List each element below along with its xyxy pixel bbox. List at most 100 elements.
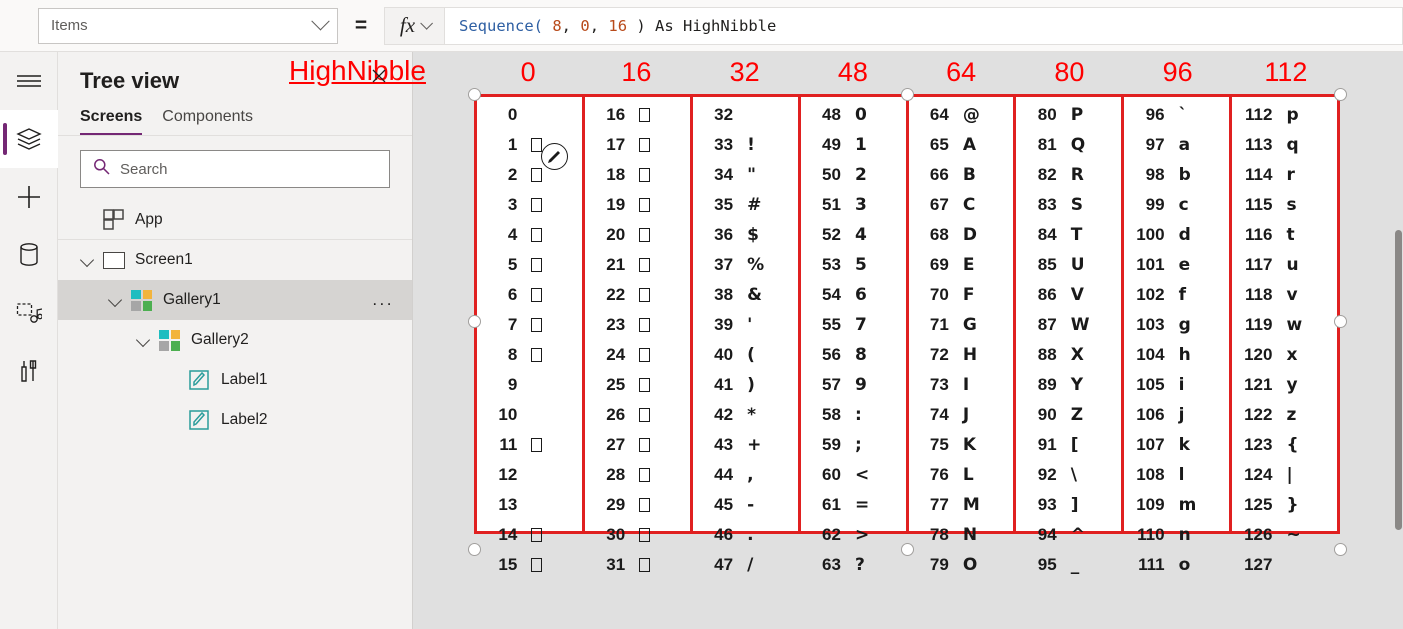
ascii-cell[interactable]: 39 ' [693, 310, 798, 340]
ascii-cell[interactable]: 58: [801, 400, 906, 430]
ascii-cell[interactable]: 78 N [909, 520, 1014, 550]
ascii-cell[interactable]: 51 3 [801, 190, 906, 220]
ascii-cell[interactable]: 52 4 [801, 220, 906, 250]
gallery2-column[interactable]: 64 @65 A 66 B 67 C 68 D 69 E 70 F 71 G 72 H 73 I 74 J 75 K 76 L 7… [909, 97, 1017, 575]
ascii-cell[interactable]: 59; [801, 430, 906, 460]
ascii-cell[interactable]: 116 t [1232, 220, 1337, 250]
ascii-cell[interactable]: 5 [477, 250, 582, 280]
ascii-cell[interactable]: 122 z [1232, 400, 1337, 430]
ascii-cell[interactable]: 55 7 [801, 310, 906, 340]
ascii-cell[interactable]: 9 [477, 370, 582, 400]
formula-input[interactable]: Sequence( 8, 0, 16 ) As HighNibble [444, 6, 1403, 45]
selection-handle-top-center[interactable] [901, 88, 914, 101]
ascii-cell[interactable]: 98 b [1124, 160, 1229, 190]
chevron-down-icon[interactable] [108, 292, 124, 308]
ascii-cell[interactable]: 114 r [1232, 160, 1337, 190]
data-cylinder-icon[interactable] [0, 226, 58, 284]
ascii-cell[interactable]: 76 L [909, 460, 1014, 490]
ascii-cell[interactable]: 71 G [909, 310, 1014, 340]
ascii-cell[interactable]: 72 H [909, 340, 1014, 370]
ascii-cell[interactable]: 57 9 [801, 370, 906, 400]
ascii-cell[interactable]: 124 | [1232, 460, 1337, 490]
ascii-cell[interactable]: 96 ` [1124, 100, 1229, 130]
ascii-cell[interactable]: 82 R [1016, 160, 1121, 190]
gallery2-column[interactable]: 48 0 49 1 50 2 51 3 52 4 53 5 54 6 55 7 56 8 57 9 58:59; 60 <6… [801, 97, 909, 575]
tree-item-gallery1[interactable]: Gallery1... [58, 280, 412, 320]
ascii-cell[interactable]: 121 y [1232, 370, 1337, 400]
ascii-cell[interactable]: 54 6 [801, 280, 906, 310]
ascii-cell[interactable]: 26 [585, 400, 690, 430]
ascii-cell[interactable]: 11 [477, 430, 582, 460]
ascii-cell[interactable]: 18 [585, 160, 690, 190]
ascii-cell[interactable]: 31 [585, 550, 690, 580]
ascii-cell[interactable]: 2 [477, 160, 582, 190]
selection-handle-middle-left[interactable] [468, 315, 481, 328]
ascii-cell[interactable]: 89 Y [1016, 370, 1121, 400]
ascii-cell[interactable]: 91 [ [1016, 430, 1121, 460]
ascii-cell[interactable]: 61 = [801, 490, 906, 520]
ascii-cell[interactable]: 32 [693, 100, 798, 130]
ascii-cell[interactable]: 97 a [1124, 130, 1229, 160]
ascii-cell[interactable]: 103 g [1124, 310, 1229, 340]
gallery2-column[interactable]: 16 17 18 19 20 21 22 23 24 25 26 27 28 29 30 31 [585, 97, 693, 574]
ascii-cell[interactable]: 49 1 [801, 130, 906, 160]
tab-components[interactable]: Components [162, 108, 253, 135]
ascii-cell[interactable]: 10 [477, 400, 582, 430]
canvas-scrollbar-thumb[interactable] [1395, 230, 1402, 530]
ascii-cell[interactable]: 74 J [909, 400, 1014, 430]
ascii-cell[interactable]: 60 < [801, 460, 906, 490]
tree-item-label1[interactable]: Label1 [58, 360, 412, 400]
ascii-cell[interactable]: 25 [585, 370, 690, 400]
ascii-cell[interactable]: 3 [477, 190, 582, 220]
ascii-cell[interactable]: 0 [477, 100, 582, 130]
ascii-cell[interactable]: 47 / [693, 550, 798, 580]
tree-item-label2[interactable]: Label2 [58, 400, 412, 440]
tools-icon[interactable] [0, 342, 58, 400]
ascii-cell[interactable]: 66 B [909, 160, 1014, 190]
ascii-cell[interactable]: 15 [477, 550, 582, 580]
tree-item-app[interactable]: App [58, 200, 412, 240]
ascii-cell[interactable]: 81 Q [1016, 130, 1121, 160]
selection-handle-bottom-center[interactable] [901, 543, 914, 556]
selection-handle-middle-right[interactable] [1334, 315, 1347, 328]
ascii-cell[interactable]: 79 O [909, 550, 1014, 580]
ascii-cell[interactable]: 33! [693, 130, 798, 160]
ascii-cell[interactable]: 27 [585, 430, 690, 460]
gallery2-column[interactable]: 32 33! 34 " 35 #36 $37% 38 & 39 ' 40(41) 42 * 43 +44, 45… [693, 97, 801, 575]
ascii-cell[interactable]: 70 F [909, 280, 1014, 310]
ascii-cell[interactable]: 107 k [1124, 430, 1229, 460]
ascii-cell[interactable]: 7 [477, 310, 582, 340]
tree-item-gallery2[interactable]: Gallery2 [58, 320, 412, 360]
ascii-cell[interactable]: 56 8 [801, 340, 906, 370]
ascii-cell[interactable]: 92 \ [1016, 460, 1121, 490]
ascii-cell[interactable]: 14 [477, 520, 582, 550]
ascii-cell[interactable]: 21 [585, 250, 690, 280]
more-options-icon[interactable]: ... [372, 290, 394, 310]
ascii-cell[interactable]: 113 q [1232, 130, 1337, 160]
ascii-cell[interactable]: 8 [477, 340, 582, 370]
ascii-cell[interactable]: 69 E [909, 250, 1014, 280]
ascii-cell[interactable]: 20 [585, 220, 690, 250]
ascii-cell[interactable]: 123 { [1232, 430, 1337, 460]
selection-handle-bottom-left[interactable] [468, 543, 481, 556]
ascii-cell[interactable]: 23 [585, 310, 690, 340]
ascii-cell[interactable]: 117 u [1232, 250, 1337, 280]
ascii-cell[interactable]: 38 & [693, 280, 798, 310]
ascii-cell[interactable]: 84 T [1016, 220, 1121, 250]
ascii-cell[interactable]: 125} [1232, 490, 1337, 520]
search-input[interactable]: Search [80, 150, 390, 188]
ascii-cell[interactable]: 44, [693, 460, 798, 490]
ascii-cell[interactable]: 120 x [1232, 340, 1337, 370]
hamburger-menu-icon[interactable] [0, 52, 58, 110]
ascii-cell[interactable]: 111 o [1124, 550, 1229, 580]
ascii-cell[interactable]: 108 l [1124, 460, 1229, 490]
ascii-cell[interactable]: 119 w [1232, 310, 1337, 340]
ascii-cell[interactable]: 87 W [1016, 310, 1121, 340]
ascii-cell[interactable]: 46. [693, 520, 798, 550]
ascii-cell[interactable]: 86 V [1016, 280, 1121, 310]
ascii-cell[interactable]: 90 Z [1016, 400, 1121, 430]
ascii-cell[interactable]: 19 [585, 190, 690, 220]
ascii-cell[interactable]: 100 d [1124, 220, 1229, 250]
ascii-cell[interactable]: 115 s [1232, 190, 1337, 220]
ascii-cell[interactable]: 126 ~ [1232, 520, 1337, 550]
